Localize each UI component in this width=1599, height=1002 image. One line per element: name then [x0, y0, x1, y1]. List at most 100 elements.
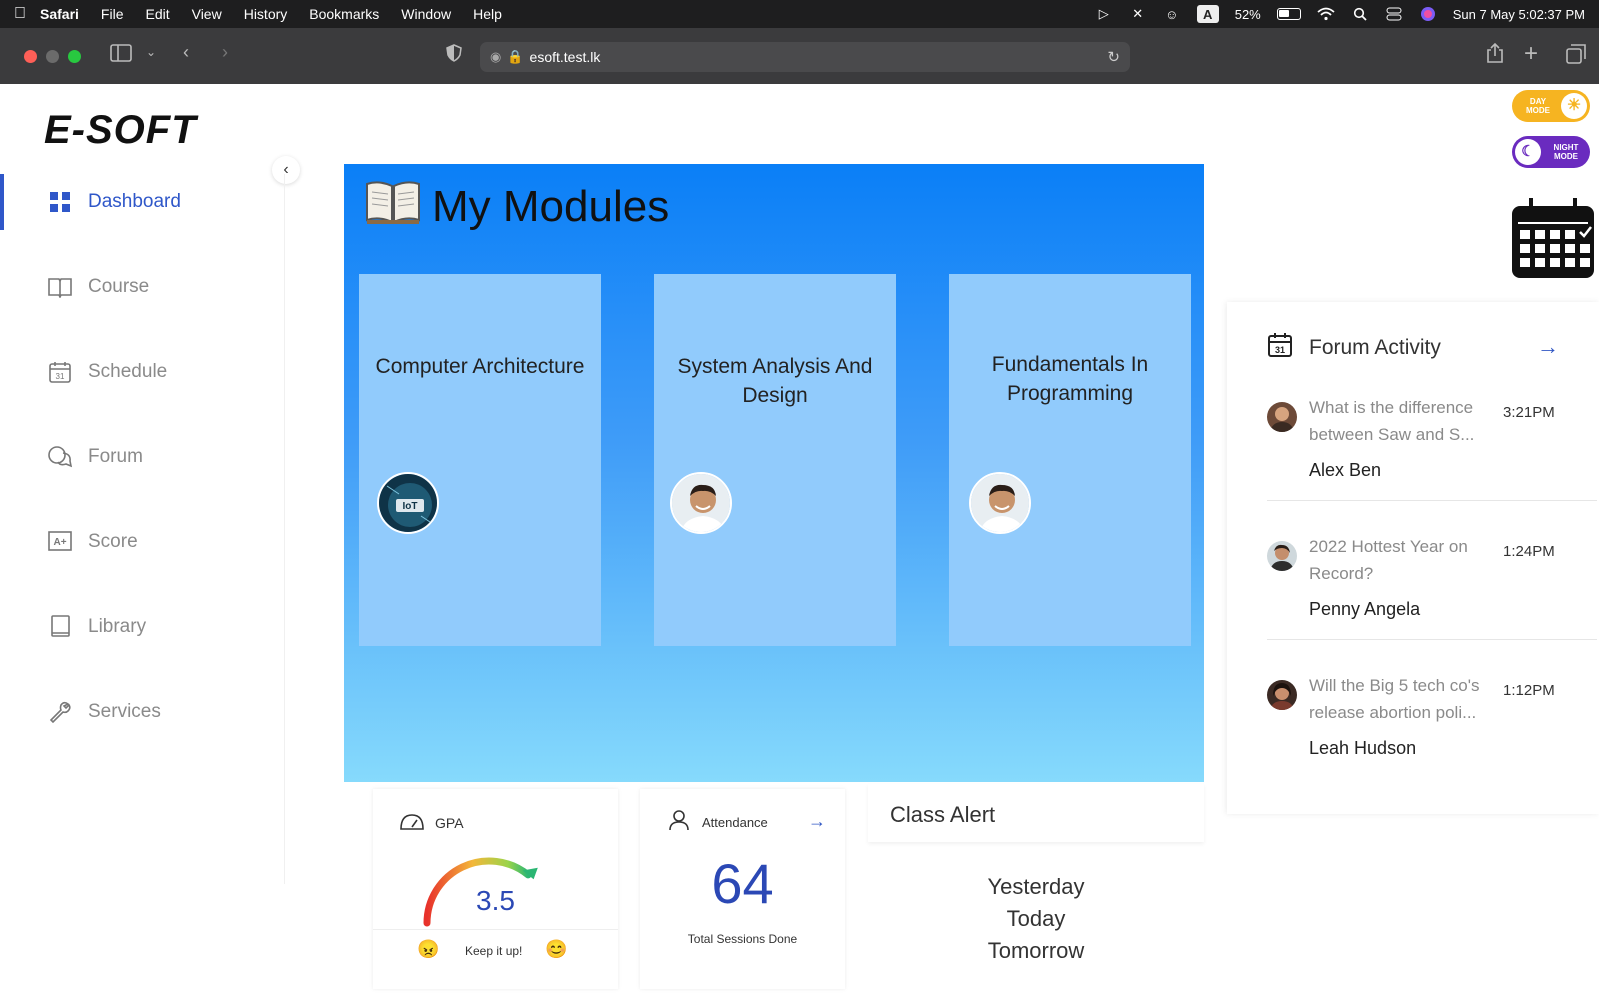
- svg-text:31: 31: [56, 372, 65, 381]
- menu-window[interactable]: Window: [401, 6, 451, 22]
- sidebar-item-library[interactable]: Library: [0, 599, 285, 655]
- chevron-down-icon[interactable]: ⌄: [146, 45, 156, 59]
- wifi-icon[interactable]: [1317, 5, 1335, 23]
- attendance-card[interactable]: Attendance → 64 Total Sessions Done: [640, 789, 845, 989]
- sidebar-item-dashboard[interactable]: Dashboard: [0, 174, 285, 230]
- alert-item-tomorrow[interactable]: Tomorrow: [868, 938, 1204, 964]
- calendar-icon: 31: [46, 358, 74, 386]
- menu-edit[interactable]: Edit: [145, 6, 169, 22]
- night-mode-toggle[interactable]: ☾ NIGHT MODE: [1512, 136, 1590, 168]
- gpa-divider: [373, 929, 618, 930]
- day-mode-toggle[interactable]: DAY MODE ☀: [1512, 90, 1590, 122]
- forum-post[interactable]: What is the difference between Saw and S…: [1267, 394, 1597, 534]
- post-author[interactable]: Alex Ben: [1309, 460, 1381, 481]
- forum-post[interactable]: 2022 Hottest Year on Record? 1:24PM Penn…: [1267, 533, 1597, 673]
- module-title[interactable]: Computer Architecture: [359, 352, 601, 381]
- menu-help[interactable]: Help: [473, 6, 502, 22]
- wrench-icon: [46, 698, 74, 726]
- sun-icon: ☀: [1561, 93, 1587, 119]
- book-open-icon: [46, 273, 74, 301]
- sidebar-item-label: Schedule: [88, 361, 168, 382]
- author-avatar: [1267, 541, 1297, 571]
- share-icon[interactable]: [1486, 42, 1504, 69]
- address-bar[interactable]: ◉ 🔒 esoft.test.lk ↻: [480, 42, 1130, 72]
- attendance-label: Attendance: [702, 815, 768, 830]
- forward-icon[interactable]: ›: [222, 42, 228, 63]
- module-title[interactable]: Fundamentals In Programming: [949, 350, 1191, 408]
- reload-icon[interactable]: ↻: [1107, 48, 1120, 66]
- arrow-right-icon[interactable]: →: [808, 811, 826, 832]
- post-time: 1:12PM: [1503, 682, 1555, 699]
- sidebar-item-services[interactable]: Services: [0, 684, 285, 740]
- module-card[interactable]: Fundamentals In Programming: [949, 274, 1191, 646]
- sidebar-item-forum[interactable]: Forum: [0, 429, 285, 485]
- arrow-right-icon[interactable]: →: [1537, 334, 1559, 360]
- sidebar-toggle-icon[interactable]: [110, 44, 132, 67]
- sidebar-item-label: Course: [88, 276, 150, 297]
- menu-bookmarks[interactable]: Bookmarks: [309, 6, 379, 22]
- play-icon[interactable]: ▷: [1095, 5, 1113, 23]
- post-time: 1:24PM: [1503, 543, 1555, 560]
- user-icon: [668, 809, 690, 834]
- menu-datetime[interactable]: Sun 7 May 5:02:37 PM: [1453, 7, 1585, 22]
- module-title[interactable]: System Analysis And Design: [654, 352, 896, 410]
- day-mode-label: DAY MODE: [1526, 97, 1550, 115]
- class-alert-title: Class Alert: [868, 784, 1204, 842]
- module-card[interactable]: System Analysis And Design: [654, 274, 896, 646]
- alert-item-today[interactable]: Today: [868, 906, 1204, 932]
- close-window-button[interactable]: [24, 49, 37, 63]
- sidebar-item-score[interactable]: A+ Score: [0, 514, 285, 570]
- svg-text:31: 31: [1275, 345, 1285, 355]
- post-author[interactable]: Leah Hudson: [1309, 738, 1416, 759]
- browser-toolbar: ⌄ ‹ › ◉ 🔒 esoft.test.lk ↻ +: [0, 28, 1599, 84]
- app-logo[interactable]: E-SOFT: [44, 108, 197, 153]
- my-modules-panel: My Modules Computer Architecture IoT Sys…: [344, 164, 1204, 782]
- module-card[interactable]: Computer Architecture IoT: [359, 274, 601, 646]
- tab-overview-icon[interactable]: [1566, 44, 1586, 69]
- battery-percent: 52%: [1234, 6, 1261, 22]
- mute-icon[interactable]: ✕: [1129, 5, 1147, 23]
- minimize-window-button[interactable]: [46, 49, 59, 63]
- post-text[interactable]: 2022 Hottest Year on Record?: [1309, 533, 1494, 587]
- menu-view[interactable]: View: [192, 6, 222, 22]
- author-avatar: [1267, 680, 1297, 710]
- post-text[interactable]: Will the Big 5 tech co's release abortio…: [1309, 672, 1494, 726]
- gpa-label: GPA: [435, 815, 464, 831]
- web-page: E-SOFT ‹ Dashboard Course 31 Schedule Fo…: [0, 84, 1599, 1002]
- svg-text:IoT: IoT: [403, 501, 418, 512]
- search-icon[interactable]: [1351, 5, 1369, 23]
- calendar-icon: 31: [1267, 332, 1293, 364]
- menu-history[interactable]: History: [244, 6, 288, 22]
- open-book-icon: [364, 178, 422, 236]
- sidebar-item-label: Forum: [88, 446, 143, 467]
- menu-file[interactable]: File: [101, 6, 124, 22]
- alert-item-yesterday[interactable]: Yesterday: [868, 874, 1204, 900]
- user-icon[interactable]: ☺: [1163, 5, 1181, 23]
- input-source-icon[interactable]: A: [1196, 5, 1219, 23]
- post-author[interactable]: Penny Angela: [1309, 599, 1420, 620]
- post-text[interactable]: What is the difference between Saw and S…: [1309, 394, 1494, 448]
- iot-avatar: IoT: [377, 472, 439, 534]
- lecturer-avatar: [670, 472, 732, 534]
- grid-icon: [46, 188, 74, 216]
- moon-icon: ☾: [1515, 139, 1541, 165]
- forum-post[interactable]: Will the Big 5 tech co's release abortio…: [1267, 672, 1597, 812]
- mac-menu-bar:  Safari File Edit View History Bookmark…: [0, 0, 1599, 28]
- battery-icon[interactable]: [1276, 8, 1301, 20]
- siri-icon[interactable]: [1419, 5, 1437, 23]
- sidebar-item-schedule[interactable]: 31 Schedule: [0, 344, 285, 400]
- back-icon[interactable]: ‹: [183, 42, 189, 63]
- privacy-shield-icon[interactable]: [446, 44, 462, 67]
- control-center-icon[interactable]: [1385, 5, 1403, 23]
- calendar-widget-icon[interactable]: [1510, 198, 1596, 285]
- url-text[interactable]: esoft.test.lk: [530, 49, 601, 65]
- sidebar-item-course[interactable]: Course: [0, 259, 285, 315]
- menu-app-name[interactable]: Safari: [40, 6, 79, 22]
- post-time: 3:21PM: [1503, 404, 1555, 421]
- new-tab-icon[interactable]: +: [1524, 40, 1538, 68]
- book-icon: [46, 613, 74, 641]
- zoom-window-button[interactable]: [68, 49, 81, 63]
- lecturer-avatar: [969, 472, 1031, 534]
- apple-icon[interactable]: : [0, 5, 40, 23]
- attendance-caption: Total Sessions Done: [687, 932, 798, 946]
